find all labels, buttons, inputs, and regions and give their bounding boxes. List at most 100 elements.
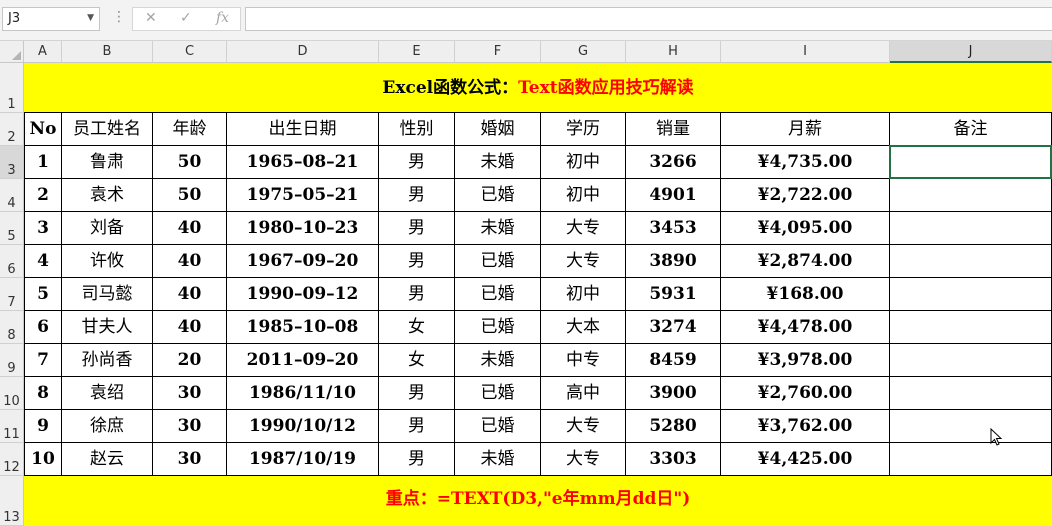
select-all-button[interactable]	[0, 41, 24, 63]
table-cell[interactable]: 5	[24, 278, 62, 311]
table-cell[interactable]: ¥3,978.00	[721, 344, 890, 377]
table-cell[interactable]: 袁术	[62, 179, 153, 212]
table-cell[interactable]: 2	[24, 179, 62, 212]
table-cell[interactable]: 大专	[541, 245, 626, 278]
column-header-j[interactable]: J	[890, 41, 1052, 63]
table-cell[interactable]: 40	[153, 212, 227, 245]
header-cell-a[interactable]: No	[24, 113, 62, 146]
table-cell[interactable]: 1990–09–12	[227, 278, 379, 311]
column-header-d[interactable]: D	[227, 41, 379, 63]
table-cell[interactable]: 孙尚香	[62, 344, 153, 377]
header-cell-i[interactable]: 月薪	[721, 113, 890, 146]
table-cell[interactable]: 大专	[541, 443, 626, 476]
table-cell[interactable]: 未婚	[455, 443, 541, 476]
table-cell[interactable]: 1965–08–21	[227, 146, 379, 179]
table-cell[interactable]	[890, 179, 1052, 212]
table-cell[interactable]: ¥4,425.00	[721, 443, 890, 476]
table-cell[interactable]: 司马懿	[62, 278, 153, 311]
table-cell[interactable]: 20	[153, 344, 227, 377]
table-cell[interactable]: ¥2,760.00	[721, 377, 890, 410]
table-cell[interactable]	[890, 443, 1052, 476]
table-cell[interactable]: 3303	[626, 443, 721, 476]
header-cell-d[interactable]: 出生日期	[227, 113, 379, 146]
table-cell[interactable]: 40	[153, 245, 227, 278]
row-header-13[interactable]: 13	[0, 476, 24, 526]
chevron-down-icon[interactable]: ▼	[87, 13, 94, 23]
table-cell[interactable]: 已婚	[455, 278, 541, 311]
table-cell[interactable]: 鲁肃	[62, 146, 153, 179]
enter-icon[interactable]: ✓	[180, 10, 192, 26]
column-header-f[interactable]: F	[455, 41, 541, 63]
row-header-11[interactable]: 11	[0, 410, 24, 443]
column-header-i[interactable]: I	[721, 41, 890, 63]
row-header-12[interactable]: 12	[0, 443, 24, 476]
row-header-3[interactable]: 3	[0, 146, 24, 179]
header-cell-g[interactable]: 学历	[541, 113, 626, 146]
table-cell[interactable]: 大专	[541, 212, 626, 245]
column-header-g[interactable]: G	[541, 41, 626, 63]
table-cell[interactable]: 许攸	[62, 245, 153, 278]
row-header-10[interactable]: 10	[0, 377, 24, 410]
header-cell-j[interactable]: 备注	[890, 113, 1052, 146]
table-cell[interactable]: 已婚	[455, 179, 541, 212]
table-cell[interactable]: 赵云	[62, 443, 153, 476]
row-header-9[interactable]: 9	[0, 344, 24, 377]
table-cell[interactable]	[890, 278, 1052, 311]
row-header-2[interactable]: 2	[0, 113, 24, 146]
table-cell[interactable]	[890, 212, 1052, 245]
table-cell[interactable]: 初中	[541, 278, 626, 311]
table-cell[interactable]: 40	[153, 311, 227, 344]
table-cell[interactable]: ¥2,874.00	[721, 245, 890, 278]
table-cell[interactable]: 已婚	[455, 377, 541, 410]
table-cell[interactable]: 初中	[541, 146, 626, 179]
table-cell[interactable]: 男	[379, 443, 455, 476]
table-cell[interactable]: 30	[153, 377, 227, 410]
title-row[interactable]: Excel函数公式：Text函数应用技巧解读	[24, 63, 1052, 113]
table-cell[interactable]: 5931	[626, 278, 721, 311]
column-header-c[interactable]: C	[153, 41, 227, 63]
table-cell[interactable]: 10	[24, 443, 62, 476]
table-cell[interactable]: 4901	[626, 179, 721, 212]
table-cell[interactable]: 3	[24, 212, 62, 245]
table-cell[interactable]	[890, 344, 1052, 377]
row-header-8[interactable]: 8	[0, 311, 24, 344]
table-cell[interactable]: 已婚	[455, 410, 541, 443]
footer-row[interactable]: 重点：=TEXT(D3,"e年mm月dd日")	[24, 476, 1052, 526]
table-cell[interactable]: 5280	[626, 410, 721, 443]
table-cell[interactable]: 4	[24, 245, 62, 278]
row-header-6[interactable]: 6	[0, 245, 24, 278]
row-header-7[interactable]: 7	[0, 278, 24, 311]
header-cell-h[interactable]: 销量	[626, 113, 721, 146]
column-header-b[interactable]: B	[62, 41, 153, 63]
table-cell[interactable]: 8	[24, 377, 62, 410]
table-cell[interactable]: ¥4,095.00	[721, 212, 890, 245]
table-cell[interactable]: 7	[24, 344, 62, 377]
table-cell[interactable]: 袁绍	[62, 377, 153, 410]
header-cell-e[interactable]: 性别	[379, 113, 455, 146]
table-cell[interactable]: 高中	[541, 377, 626, 410]
table-cell[interactable]: 刘备	[62, 212, 153, 245]
table-cell[interactable]: 已婚	[455, 311, 541, 344]
row-header-4[interactable]: 4	[0, 179, 24, 212]
table-cell[interactable]: 30	[153, 443, 227, 476]
table-cell[interactable]: 男	[379, 212, 455, 245]
table-cell[interactable]: 1967–09–20	[227, 245, 379, 278]
row-header-1[interactable]: 1	[0, 63, 24, 113]
table-cell[interactable]: 未婚	[455, 344, 541, 377]
table-cell[interactable]: 9	[24, 410, 62, 443]
table-cell[interactable]: 女	[379, 311, 455, 344]
insert-function-icon[interactable]: fx	[216, 10, 229, 26]
table-cell[interactable]: 1985–10–08	[227, 311, 379, 344]
table-cell[interactable]: ¥2,722.00	[721, 179, 890, 212]
table-cell[interactable]: 1980–10–23	[227, 212, 379, 245]
row-header-5[interactable]: 5	[0, 212, 24, 245]
table-cell[interactable]: 1987/10/19	[227, 443, 379, 476]
column-header-e[interactable]: E	[379, 41, 455, 63]
table-cell[interactable]: ¥4,478.00	[721, 311, 890, 344]
table-cell[interactable]: 徐庶	[62, 410, 153, 443]
table-cell[interactable]: 3266	[626, 146, 721, 179]
table-cell[interactable]: 50	[153, 146, 227, 179]
table-cell[interactable]: 3890	[626, 245, 721, 278]
table-cell[interactable]: 女	[379, 344, 455, 377]
table-cell[interactable]: 未婚	[455, 146, 541, 179]
